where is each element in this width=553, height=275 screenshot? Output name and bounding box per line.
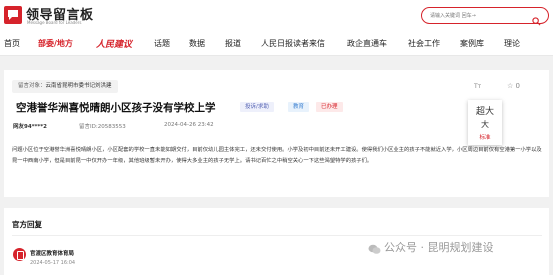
font-size-xlarge[interactable]: 超大 — [468, 104, 502, 117]
favorite-count: 0 — [515, 82, 520, 90]
wechat-icon — [368, 240, 381, 259]
font-size-standard[interactable]: 标准 — [468, 133, 502, 141]
logo-subtitle: Message Board for Leaders — [27, 20, 82, 25]
logo-icon[interactable] — [4, 6, 22, 24]
message-time: 2024-04-26 23:42 — [164, 122, 214, 128]
official-reply-title: 官方回复 — [12, 220, 42, 229]
nav-reports[interactable]: 报道 — [225, 38, 241, 49]
font-size-large[interactable]: 大 — [468, 119, 502, 130]
nav-topics[interactable]: 话题 — [154, 38, 170, 49]
search-icon[interactable] — [532, 11, 541, 30]
reply-org: 官渡区教育体育局 — [30, 251, 75, 257]
org-avatar-icon — [13, 248, 26, 261]
type-badge: 投诉/求助 — [240, 102, 274, 112]
message-target-label: 留言对象： — [18, 83, 46, 89]
star-icon[interactable]: ☆ — [507, 82, 513, 90]
message-body: 问题小区位于空港誉华洲喜悦晴朗小区，小区配套的学校一直未能如期交付，目前仅幼儿园… — [12, 147, 542, 164]
nav-ministries-local[interactable]: 部委/地方 — [38, 38, 73, 49]
font-size-icon[interactable]: Tт — [474, 83, 481, 90]
nav-data[interactable]: 数据 — [189, 38, 205, 49]
divider — [12, 235, 542, 236]
message-title: 空港誉华洲喜悦晴朗小区孩子没有学校上学 — [16, 102, 216, 114]
message-user: 网友94****2 — [13, 124, 47, 130]
reply-time: 2024-05-17 16:04 — [30, 260, 76, 266]
message-id: 留言ID:20583553 — [79, 124, 126, 130]
status-badge: 已办理 — [316, 102, 343, 112]
font-size-menu: 超大 大 标准 — [468, 100, 502, 145]
field-badge: 教育 — [288, 102, 310, 112]
nav-case-library[interactable]: 案例库 — [460, 38, 484, 49]
nav-social-work[interactable]: 社会工作 — [408, 38, 440, 49]
message-target[interactable]: 留言对象：云南省昆明市委书记刘洪建 — [12, 80, 118, 93]
watermark-text: 公众号 · 昆明规划建设 — [384, 241, 494, 254]
main-nav: 首页 部委/地方 人民建议 话题 数据 报道 人民日报读者来信 政企直通车 社会… — [0, 31, 553, 56]
nav-theory[interactable]: 理论 — [504, 38, 520, 49]
search-box[interactable] — [421, 7, 549, 26]
nav-home[interactable]: 首页 — [4, 38, 20, 49]
nav-people-suggestions[interactable]: 人民建议 — [96, 37, 132, 50]
top-bar: 领导留言板 Message Board for Leaders — [0, 0, 553, 31]
search-input[interactable] — [430, 10, 530, 21]
nav-gov-enterprise[interactable]: 政企直通车 — [347, 38, 387, 49]
favorite-button[interactable]: ☆ 0 — [507, 82, 520, 90]
message-target-name[interactable]: 云南省昆明市委书记刘洪建 — [46, 83, 112, 89]
nav-readers-letters[interactable]: 人民日报读者来信 — [261, 38, 325, 49]
